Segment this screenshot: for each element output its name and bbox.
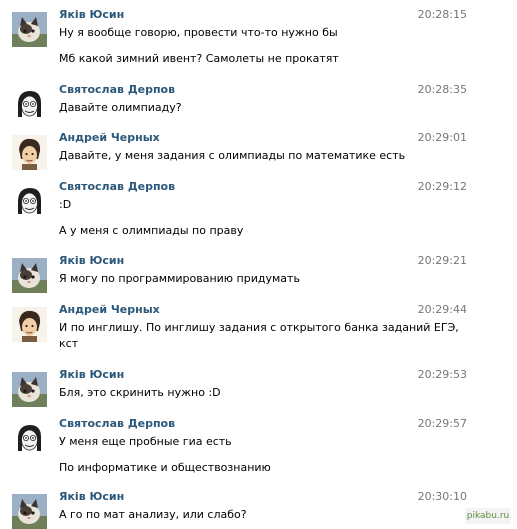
message-time: 20:29:44 [417,303,467,316]
chat-history: Яків Юсин 20:28:15 Ну я вообще говорю, п… [0,0,517,529]
message-item: Святослав Дерпов 20:29:57 У меня еще про… [0,417,517,481]
message-time: 20:29:53 [417,368,467,381]
cat-avatar-icon[interactable] [12,494,47,529]
message-author[interactable]: Яків Юсин [59,368,124,381]
message-time: 20:29:12 [417,180,467,193]
cat-avatar-icon[interactable] [12,258,47,293]
message-item: Яків Юсин 20:30:10 А го по мат анализу, … [0,490,517,529]
message-text: кст [59,337,79,350]
cat-avatar-icon[interactable] [12,372,47,407]
message-time: 20:28:15 [417,8,467,21]
message-text: У меня еще пробные гиа есть [59,435,232,448]
message-item: Андрей Черных 20:29:01 Давайте, у меня з… [0,131,517,173]
derp-face-avatar-icon[interactable] [12,87,47,122]
message-item: Яків Юсин 20:29:53 Бля, это скринить нуж… [0,368,517,408]
message-time: 20:29:21 [417,254,467,267]
message-author[interactable]: Святослав Дерпов [59,417,175,430]
message-text: Ну я вообще говорю, провести что-то нужн… [59,26,338,39]
message-text: И по инглишу. По инглишу задания с откры… [59,321,459,334]
message-time: 20:29:57 [417,417,467,430]
message-text: По информатике и обществознанию [59,461,271,474]
pikabu-watermark: pikabu.ru [465,508,511,524]
message-author[interactable]: Святослав Дерпов [59,83,175,96]
message-time: 20:28:35 [417,83,467,96]
message-author[interactable]: Андрей Черных [59,303,160,316]
message-author[interactable]: Яків Юсин [59,254,124,267]
message-item: Яків Юсин 20:29:21 Я могу по программиро… [0,254,517,294]
message-text: А го по мат анализу, или слабо? [59,508,247,521]
cat-avatar-icon[interactable] [12,12,47,47]
message-item: Святослав Дерпов 20:28:35 Давайте олимпи… [0,83,517,123]
message-item: Яків Юсин 20:28:15 Ну я вообще говорю, п… [0,8,517,74]
message-text: Давайте, у меня задания с олимпиады по м… [59,149,406,162]
message-text: :D [59,198,72,211]
derp-face-avatar-icon[interactable] [12,184,47,219]
message-time: 20:29:01 [417,131,467,144]
message-item: Андрей Черных 20:29:44 И по инглишу. По … [0,303,517,357]
message-author[interactable]: Андрей Черных [59,131,160,144]
cartoon-avatar-icon[interactable] [12,135,47,170]
message-author[interactable]: Яків Юсин [59,8,124,21]
message-text: Мб какой зимний ивент? Самолеты не прока… [59,52,339,65]
message-text: Бля, это скринить нужно :D [59,386,221,399]
message-text: Давайте олимпиаду? [59,101,182,114]
message-item: Святослав Дерпов 20:29:12 :D А у меня с … [0,180,517,244]
message-author[interactable]: Яків Юсин [59,490,124,503]
message-text: Я могу по программированию придумать [59,272,300,285]
cartoon-avatar-icon[interactable] [12,307,47,342]
message-text: А у меня с олимпиады по праву [59,224,244,237]
message-time: 20:30:10 [417,490,467,503]
derp-face-avatar-icon[interactable] [12,421,47,456]
message-author[interactable]: Святослав Дерпов [59,180,175,193]
